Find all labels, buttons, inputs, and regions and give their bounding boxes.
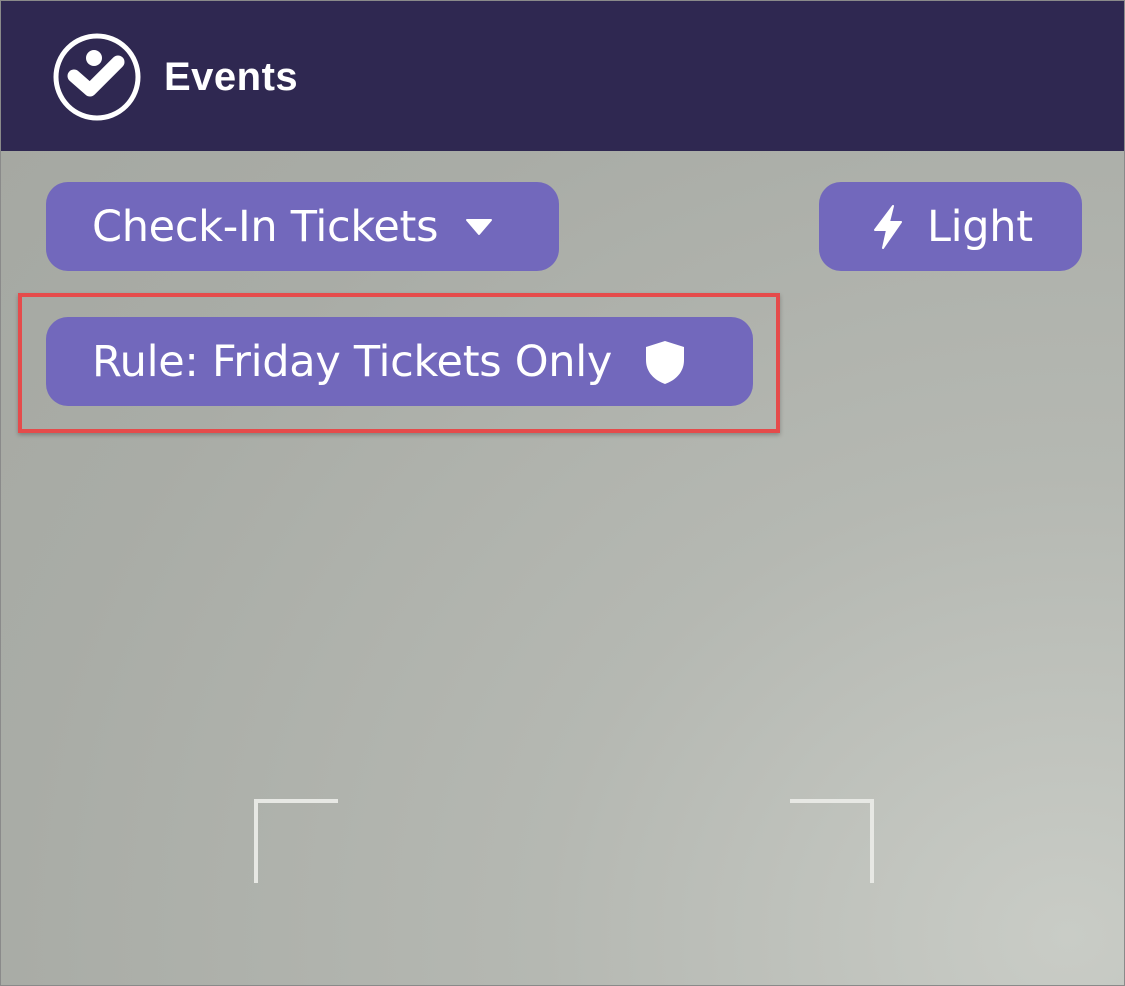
lightning-bolt-icon	[874, 204, 902, 249]
rule-badge[interactable]: Rule: Friday Tickets Only	[46, 317, 753, 406]
rule-label: Rule: Friday Tickets Only	[92, 336, 613, 387]
checkmark-person-icon	[53, 33, 141, 121]
scan-frame-corner-top-left	[254, 799, 338, 883]
scan-frame-corner-top-right	[790, 799, 874, 883]
app-header: Events	[1, 1, 1124, 151]
caret-down-icon	[466, 218, 493, 235]
shield-icon	[646, 340, 685, 384]
ticket-type-dropdown[interactable]: Check-In Tickets	[46, 182, 559, 271]
scanner-screen: Events Check-In Tickets Light Rule: Frid…	[0, 0, 1125, 986]
flashlight-button[interactable]: Light	[819, 182, 1082, 271]
app-title: Events	[164, 55, 299, 99]
ticket-type-label: Check-In Tickets	[92, 201, 439, 252]
flashlight-label: Light	[927, 201, 1033, 252]
